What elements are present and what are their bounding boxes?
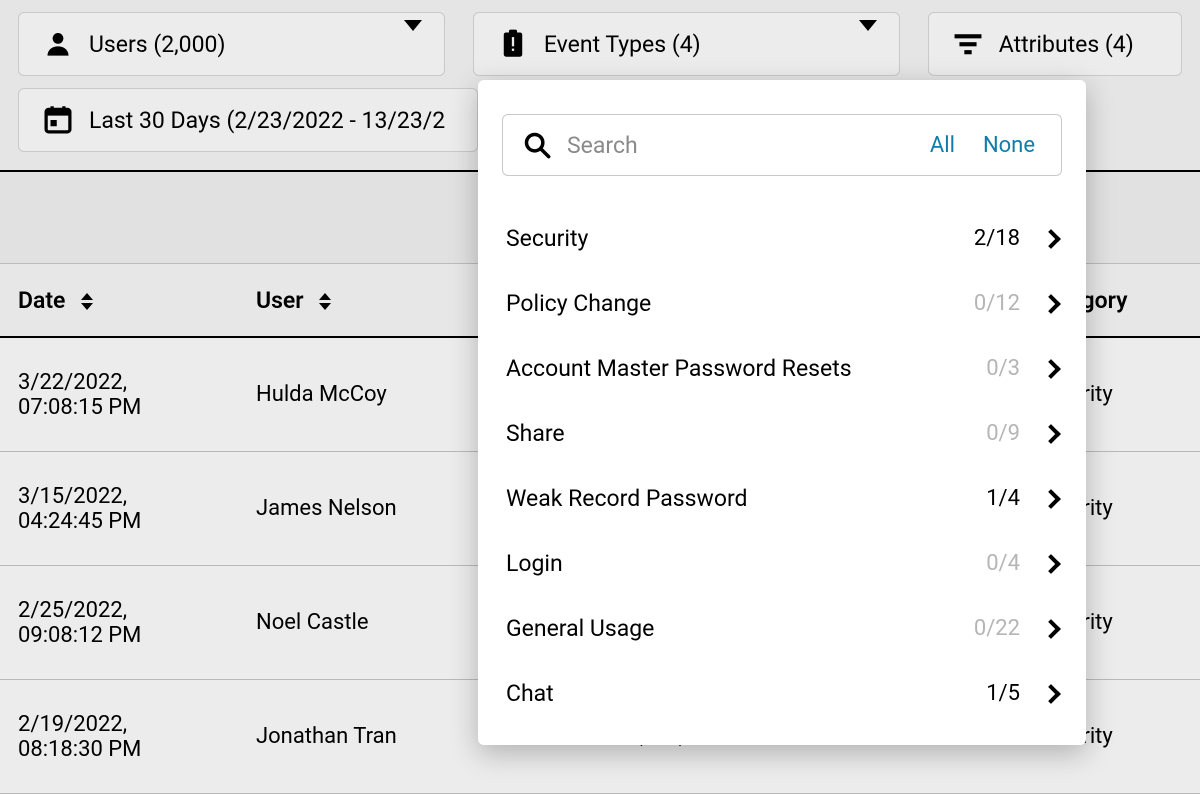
filter-list-icon [951,33,985,55]
cell-date-l1: 3/22/2022, [18,370,220,395]
sort-icon [319,293,331,310]
cell-user: Noel Castle [238,610,504,635]
event-category-name: Account Master Password Resets [506,355,986,382]
calendar-icon [41,105,75,135]
event-category-item[interactable]: Weak Record Password1/4 [502,466,1062,531]
users-filter[interactable]: Users (2,000) [18,12,445,76]
event-category-name: Chat [506,680,986,707]
cell-date-l2: 07:08:15 PM [18,395,220,420]
event-category-item[interactable]: Share0/9 [502,401,1062,466]
event-category-item[interactable]: Security2/18 [502,206,1062,271]
cell-date-l2: 04:24:45 PM [18,509,220,534]
cell-date-l1: 2/19/2022, [18,712,220,737]
caret-down-icon [859,31,877,58]
cell-user: Hulda McCoy [238,382,504,407]
cell-user: James Nelson [238,496,504,521]
event-category-name: Weak Record Password [506,485,986,512]
event-category-count: 0/3 [986,356,1020,381]
event-category-count: 0/22 [974,616,1020,641]
cell-user: Jonathan Tran [238,724,504,749]
event-category-item[interactable]: Account Master Password Resets0/3 [502,336,1062,401]
event-category-name: Login [506,550,986,577]
event-types-dropdown: All None Security2/18Policy Change0/12Ac… [478,80,1086,745]
event-types-filter[interactable]: Event Types (4) [473,12,900,76]
event-category-item[interactable]: Policy Change0/12 [502,271,1062,336]
dropdown-search: All None [502,114,1062,176]
event-types-filter-label: Event Types (4) [544,31,837,58]
search-icon [523,131,551,159]
event-category-name: General Usage [506,615,974,642]
date-range-label: Last 30 Days (2/23/2022 - 13/23/2 [89,107,455,134]
select-all-button[interactable]: All [924,133,961,158]
cell-date-l1: 2/25/2022, [18,598,220,623]
event-category-count: 2/18 [974,226,1020,251]
event-category-count: 0/4 [986,551,1020,576]
chevron-right-icon [1041,229,1061,249]
filter-bar: Users (2,000) Event Types (4) Attributes… [0,0,1200,76]
sort-icon [81,293,93,310]
chevron-right-icon [1041,359,1061,379]
attributes-filter-label: Attributes (4) [999,31,1159,58]
caret-down-icon [404,31,422,58]
event-category-count: 0/9 [986,421,1020,446]
clipboard-alert-icon [496,29,530,59]
chevron-right-icon [1041,554,1061,574]
event-category-name: Security [506,225,974,252]
date-range-filter[interactable]: Last 30 Days (2/23/2022 - 13/23/2 [18,88,478,152]
col-header-user[interactable]: User [238,287,504,314]
col-header-user-label: User [256,287,304,314]
event-category-count: 0/12 [974,291,1020,316]
event-category-name: Policy Change [506,290,974,317]
users-filter-label: Users (2,000) [89,31,382,58]
event-category-item[interactable]: Login0/4 [502,531,1062,596]
chevron-right-icon [1041,684,1061,704]
cell-date-l2: 08:18:30 PM [18,737,220,762]
event-category-count: 1/4 [986,486,1020,511]
event-category-item[interactable]: General Usage0/22 [502,596,1062,661]
cell-date-l1: 3/15/2022, [18,484,220,509]
cell-date-l2: 09:08:12 PM [18,623,220,648]
chevron-right-icon [1041,424,1061,444]
event-category-count: 1/5 [986,681,1020,706]
select-none-button[interactable]: None [977,133,1041,158]
event-category-name: Share [506,420,986,447]
chevron-right-icon [1041,294,1061,314]
dropdown-search-input[interactable] [567,132,908,159]
chevron-right-icon [1041,489,1061,509]
col-header-date-label: Date [18,287,65,314]
col-header-date[interactable]: Date [0,287,238,314]
chevron-right-icon [1041,619,1061,639]
event-category-item[interactable]: Chat1/5 [502,661,1062,726]
attributes-filter[interactable]: Attributes (4) [928,12,1182,76]
person-icon [41,30,75,58]
event-category-list: Security2/18Policy Change0/12Account Mas… [502,206,1062,726]
